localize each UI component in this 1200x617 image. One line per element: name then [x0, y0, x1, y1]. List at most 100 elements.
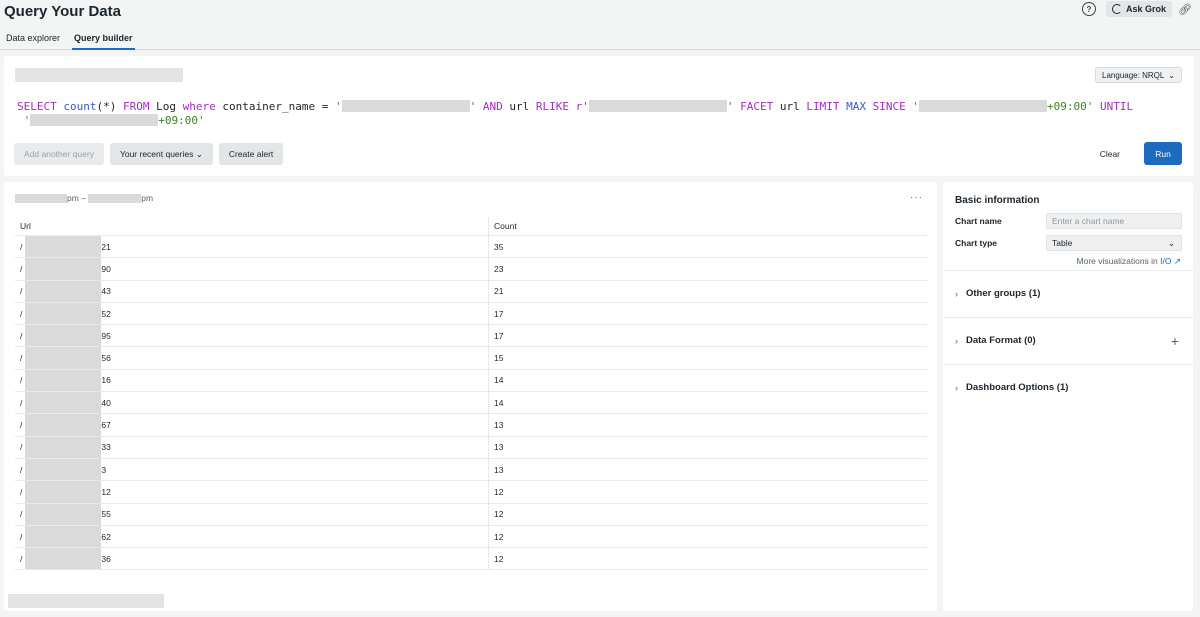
table-row: / 52 17	[15, 302, 927, 326]
count-cell: 12	[494, 553, 504, 564]
table-row: / 56 15	[15, 347, 927, 370]
url-cell: / 56	[15, 347, 489, 369]
count-cell: 14	[494, 397, 504, 408]
count-cell: 17	[494, 330, 504, 341]
io-link[interactable]: I/O	[1160, 256, 1171, 266]
url-cell: /3	[15, 458, 489, 481]
table-row: / 36 12	[15, 548, 927, 571]
count-cell: 14	[494, 375, 504, 386]
nrql-string: '	[334, 100, 342, 113]
nrql-field: container_name	[222, 100, 316, 113]
other-groups-section[interactable]: › Other groups (1)	[943, 270, 1193, 316]
top-actions: ? Ask Grok 🔗︎	[1082, 1, 1192, 17]
nrql-operator: =	[321, 100, 329, 113]
chevron-right-icon: ›	[955, 288, 958, 299]
redacted-url	[25, 481, 102, 503]
table-row: / 67 13	[15, 414, 927, 437]
nrql-table: Log	[156, 100, 176, 113]
redacted-url	[25, 280, 102, 302]
recent-queries-button[interactable]: Your recent queries ⌄	[109, 143, 213, 165]
url-suffix: 62	[101, 531, 111, 542]
results-panel: pm – pm ··· Url Count / 21 35 / 90 23 / 43 21 / 52…	[4, 182, 937, 611]
url-suffix: 36	[101, 553, 111, 564]
url-prefix: /	[20, 397, 23, 408]
ask-grok-button[interactable]: Ask Grok	[1106, 1, 1173, 17]
url-cell: / 90	[15, 258, 489, 280]
dashboard-options-section[interactable]: › Dashboard Options (1)	[943, 364, 1193, 410]
chart-type-select[interactable]: Table ⌄	[1046, 235, 1182, 251]
table-row: / 21 35	[15, 236, 927, 259]
table-row: / 90 23	[15, 258, 927, 281]
clear-button[interactable]: Clear	[1092, 143, 1128, 165]
create-alert-button[interactable]: Create alert	[218, 143, 284, 165]
query-name-redacted	[15, 68, 183, 82]
url-prefix: /	[20, 241, 23, 252]
table-row: /3 13	[15, 458, 927, 482]
redacted-url	[25, 369, 102, 392]
ask-grok-label: Ask Grok	[1126, 4, 1167, 14]
url-cell: / 40	[15, 392, 489, 414]
nrql-keyword: AND	[482, 100, 503, 113]
chevron-down-icon: ⌄	[1168, 70, 1175, 80]
url-cell: / 12	[15, 481, 489, 503]
nrql-keyword: LIMIT	[806, 100, 840, 113]
dashboard-options-label: Dashboard Options (1)	[966, 382, 1069, 393]
redacted-time	[88, 193, 142, 203]
url-suffix: 43	[101, 286, 111, 297]
nrql-function: MAX	[846, 100, 866, 113]
add-another-query-button[interactable]: Add another query	[14, 143, 104, 165]
count-cell: 13	[494, 420, 504, 431]
link-icon[interactable]: 🔗︎	[1178, 3, 1192, 16]
language-select[interactable]: Language: NRQL ⌄	[1095, 67, 1182, 83]
table-row: / 40 14	[15, 392, 927, 415]
chevron-right-icon: ›	[955, 335, 958, 346]
column-header-count[interactable]: Count	[489, 221, 517, 231]
url-cell: / 21	[15, 236, 489, 258]
redacted-footer	[8, 594, 164, 608]
url-suffix: 33	[101, 442, 111, 453]
tab-data-explorer[interactable]: Data explorer	[4, 33, 62, 50]
data-format-label: Data Format (0)	[966, 335, 1036, 346]
table-row: / 43 21	[15, 280, 927, 303]
redacted-url	[25, 347, 102, 369]
data-format-section[interactable]: › Data Format (0) +	[943, 317, 1193, 363]
url-suffix: 55	[101, 509, 111, 520]
redacted-value	[341, 100, 470, 112]
url-prefix: /	[20, 353, 23, 364]
results-table: Url Count / 21 35 / 90 23 / 43 21 / 52 17 / 95 17 / 56 15…	[15, 216, 927, 571]
redacted-url	[25, 302, 102, 325]
count-cell: 23	[494, 263, 504, 274]
nrql-keyword: SELECT	[17, 100, 57, 113]
count-cell: 12	[494, 509, 504, 520]
query-panel: Language: NRQL ⌄ SELECT count(*) FROM Lo…	[4, 56, 1194, 176]
redacted-url	[25, 548, 102, 570]
nrql-args: (*)	[96, 100, 117, 113]
chart-name-input[interactable]: Enter a chart name	[1046, 213, 1182, 229]
run-button[interactable]: Run	[1144, 142, 1182, 165]
nrql-string: r'	[575, 100, 589, 113]
more-options-icon[interactable]: ···	[910, 192, 923, 203]
url-suffix: 12	[101, 486, 111, 497]
time-start-suffix: pm –	[67, 193, 86, 203]
more-visualizations-link[interactable]: More visualizations in I/O ↗	[1077, 256, 1181, 267]
plus-icon[interactable]: +	[1171, 333, 1179, 349]
other-groups-label: Other groups (1)	[966, 288, 1041, 299]
language-label: Language: NRQL	[1102, 70, 1165, 80]
tab-query-builder[interactable]: Query builder	[72, 33, 135, 50]
nrql-keyword: SINCE	[872, 100, 906, 113]
url-cell: / 43	[15, 280, 489, 302]
url-suffix: 3	[101, 464, 107, 475]
chart-type-label: Chart type	[955, 238, 998, 248]
url-suffix: 21	[101, 241, 111, 252]
help-icon[interactable]: ?	[1082, 2, 1096, 16]
redacted-value	[918, 100, 1047, 112]
nrql-editor[interactable]: SELECT count(*) FROM Log where container…	[17, 100, 1177, 128]
nrql-keyword: FACET	[740, 100, 774, 113]
url-cell: / 55	[15, 503, 489, 525]
url-cell: / 62	[15, 525, 489, 548]
column-header-url[interactable]: Url	[15, 216, 489, 235]
page-title: Query Your Data	[4, 3, 121, 20]
url-suffix: 16	[101, 375, 111, 386]
url-prefix: /	[20, 263, 23, 274]
nrql-function: count	[63, 100, 97, 113]
